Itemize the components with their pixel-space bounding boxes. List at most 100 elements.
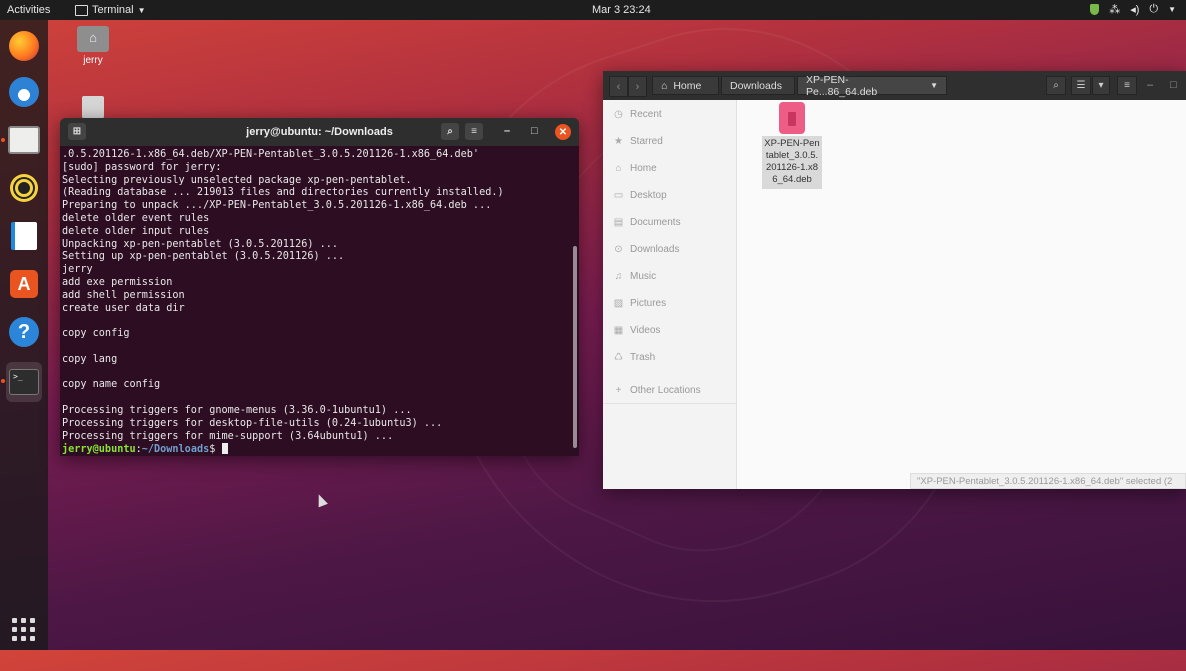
terminal-icon: >_: [9, 369, 39, 395]
sidebar-item-desktop[interactable]: ▭ Desktop: [613, 190, 667, 201]
home-icon: ⌂: [615, 163, 622, 174]
dock-files[interactable]: [6, 122, 42, 158]
menu-icon[interactable]: ≡: [465, 123, 483, 140]
list-view-icon[interactable]: ☰: [1071, 76, 1091, 95]
desktop-home-folder[interactable]: jerry: [72, 26, 114, 66]
running-indicator: [1, 138, 5, 142]
terminal-window[interactable]: ⊞ jerry@ubuntu: ~/Downloads ⌕ ≡ – □ ✕ .0…: [60, 118, 579, 456]
desktop-trash-icon[interactable]: [82, 96, 104, 120]
breadcrumb-label: Downloads: [730, 79, 782, 92]
sidebar-item-label: Trash: [630, 352, 656, 363]
maximize-icon[interactable]: □: [531, 125, 538, 137]
rhythmbox-icon: [10, 174, 38, 202]
terminal-prompt[interactable]: jerry@ubuntu:~/Downloads$: [62, 443, 579, 456]
sidebar-item-recent[interactable]: ◷ Recent: [613, 109, 662, 120]
terminal-line: jerry: [62, 264, 93, 276]
chevron-down-icon: ▼: [1168, 5, 1176, 14]
sidebar-item-label: Desktop: [630, 190, 667, 201]
system-tray[interactable]: ⁂ ◂) ⏻ ▼: [1090, 3, 1176, 16]
sidebar-item-music[interactable]: ♫ Music: [613, 271, 656, 282]
terminal-line: .0.5.201126-1.x86_64.deb/XP-PEN-Pentable…: [62, 149, 480, 160]
home-icon: ⌂: [661, 79, 668, 92]
desktop-home-label: jerry: [83, 55, 103, 66]
clock[interactable]: Mar 3 23:24: [592, 4, 651, 16]
terminal-line: Setting up xp-pen-pentablet (3.0.5.20112…: [62, 251, 345, 263]
sidebar-item-label: Pictures: [630, 298, 667, 309]
terminal-output[interactable]: .0.5.201126-1.x86_64.deb/XP-PEN-Pentable…: [60, 146, 579, 456]
file-manager-headerbar: ‹ › ⌂ Home Downloads XP-PEN-Pe...86_64.d…: [603, 71, 1186, 100]
sidebar-item-label: Documents: [630, 217, 681, 228]
terminal-line: Unpacking xp-pen-pentablet (3.0.5.201126…: [62, 238, 339, 250]
files-icon: [8, 126, 40, 154]
terminal-line: Processing triggers for desktop-file-uti…: [62, 417, 443, 429]
sidebar-divider: [603, 403, 736, 404]
dock-thunderbird[interactable]: [6, 74, 42, 110]
sidebar-item-starred[interactable]: ★ Starred: [613, 136, 663, 147]
dock-libreoffice-writer[interactable]: [6, 218, 42, 254]
close-icon[interactable]: ✕: [555, 124, 571, 140]
view-options-icon[interactable]: ▾: [1092, 76, 1110, 95]
terminal-scrollbar[interactable]: [573, 246, 577, 448]
sidebar-item-label: Downloads: [630, 244, 680, 255]
file-name: XP-PEN-Pentablet_3.0.5.201126-1.x86_64.d…: [762, 136, 822, 189]
breadcrumb-home[interactable]: ⌂ Home: [652, 76, 719, 95]
minimize-icon[interactable]: –: [1147, 79, 1153, 91]
dock-help[interactable]: ?: [6, 314, 42, 350]
menu-icon[interactable]: ≡: [1117, 76, 1137, 95]
dock-software[interactable]: A: [6, 266, 42, 302]
search-icon[interactable]: ⌕: [1046, 76, 1066, 95]
sidebar-item-label: Videos: [630, 325, 661, 336]
file-manager-window[interactable]: ‹ › ⌂ Home Downloads XP-PEN-Pe...86_64.d…: [603, 71, 1186, 489]
sidebar-item-label: Home: [630, 163, 657, 174]
chevron-down-icon: ▼: [930, 81, 938, 90]
forward-icon[interactable]: ›: [628, 76, 647, 97]
terminal-line: (Reading database ... 219013 files and d…: [62, 187, 504, 199]
sidebar-item-other-locations[interactable]: + Other Locations: [613, 385, 701, 396]
terminal-line: Preparing to unpack .../XP-PEN-Pentablet…: [62, 200, 492, 212]
terminal-line: create user data dir: [62, 302, 185, 314]
file-manager-sidebar: ◷ Recent ★ Starred ⌂ Home ▭ Desktop ▤ Documents ⊙ D…: [603, 100, 737, 489]
sidebar-item-trash[interactable]: ♺ Trash: [613, 352, 655, 363]
back-icon[interactable]: ‹: [609, 76, 628, 97]
home-folder-icon: [77, 26, 109, 52]
thunderbird-icon: [9, 77, 39, 107]
deb-file-item[interactable]: XP-PEN-Pentablet_3.0.5.201126-1.x86_64.d…: [762, 102, 822, 189]
firefox-icon: [9, 31, 39, 61]
package-icon: [779, 102, 805, 134]
power-icon: ⏻: [1149, 3, 1159, 15]
sidebar-item-downloads[interactable]: ⊙ Downloads: [613, 244, 679, 255]
app-menu[interactable]: Terminal ▼: [75, 4, 146, 16]
text-cursor: [221, 443, 228, 455]
top-bar: Activities Terminal ▼ Mar 3 23:24 ⁂ ◂) ⏻…: [0, 0, 1186, 20]
terminal-titlebar[interactable]: ⊞ jerry@ubuntu: ~/Downloads ⌕ ≡ – □ ✕: [60, 118, 579, 146]
sidebar-item-pictures[interactable]: ▨ Pictures: [613, 298, 666, 309]
dock-terminal[interactable]: >_: [6, 362, 42, 402]
sidebar-item-videos[interactable]: ▦ Videos: [613, 325, 661, 336]
search-icon[interactable]: ⌕: [441, 123, 459, 140]
dock-firefox[interactable]: [6, 28, 42, 64]
sidebar-item-label: Music: [630, 271, 657, 282]
activities-button[interactable]: Activities: [7, 4, 50, 16]
terminal-title: jerry@ubuntu: ~/Downloads: [246, 126, 393, 138]
sidebar-item-documents[interactable]: ▤ Documents: [613, 217, 681, 228]
desktop-icon: ▭: [613, 190, 624, 201]
shield-icon[interactable]: [1090, 4, 1100, 15]
maximize-icon[interactable]: □: [1170, 79, 1177, 91]
prompt-user: jerry@ubuntu: [62, 444, 136, 456]
trash-icon: ♺: [614, 352, 623, 363]
star-icon: ★: [614, 136, 623, 147]
pictures-icon: ▨: [613, 298, 624, 309]
terminal-line: add shell permission: [62, 289, 185, 301]
minimize-icon[interactable]: –: [504, 125, 510, 137]
breadcrumb-downloads[interactable]: Downloads: [721, 76, 795, 95]
show-applications-icon[interactable]: [12, 618, 36, 642]
sidebar-item-home[interactable]: ⌂ Home: [613, 163, 657, 174]
breadcrumb-file[interactable]: XP-PEN-Pe...86_64.deb ▼: [797, 74, 947, 98]
plus-icon: +: [615, 385, 622, 396]
network-icon: ⁂: [1109, 4, 1121, 16]
dock-rhythmbox[interactable]: [6, 170, 42, 206]
